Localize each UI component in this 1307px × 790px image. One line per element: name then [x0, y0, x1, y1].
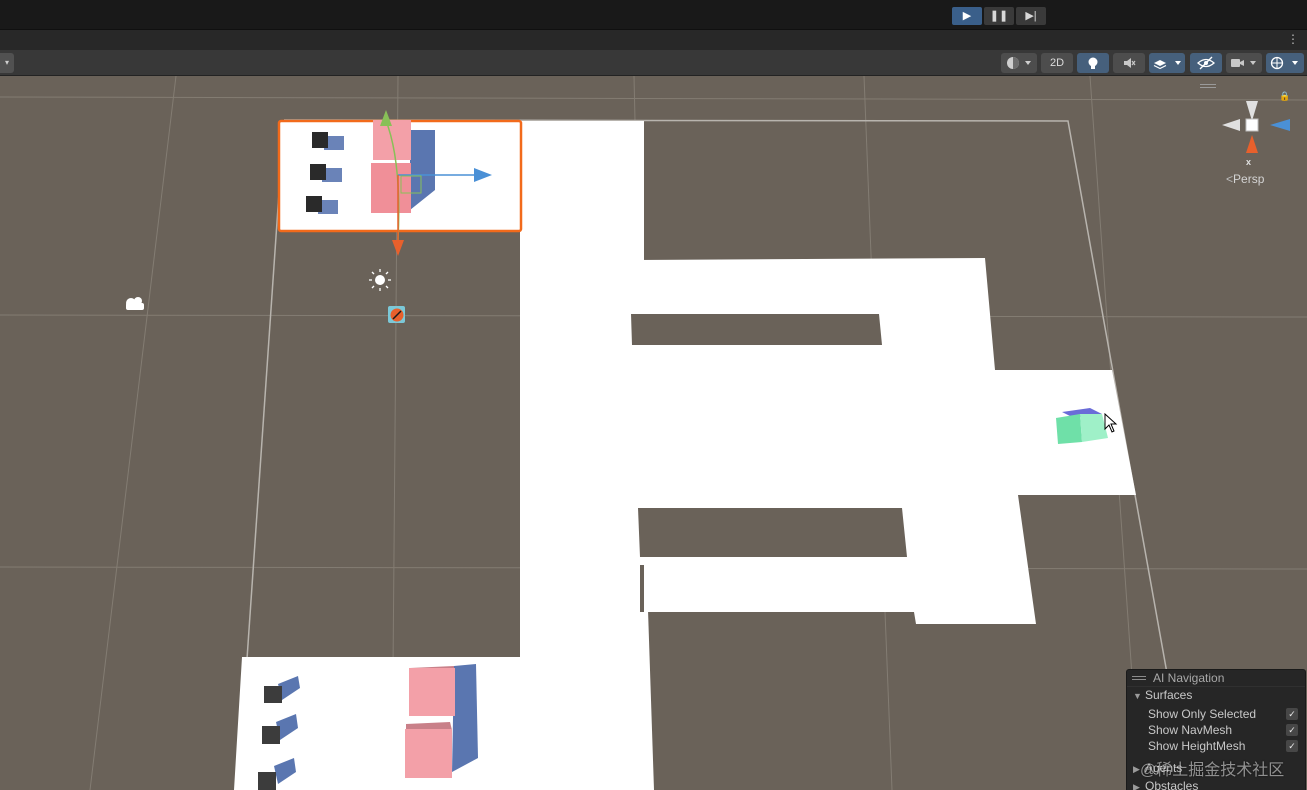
- persp-arrow: <: [1226, 172, 1234, 186]
- show-heightmesh-option: Show HeightMesh: [1148, 738, 1245, 754]
- play-mode-bar: ▶ ❚❚ ▶|: [0, 0, 1307, 30]
- effects-layers-icon: [1153, 60, 1181, 70]
- show-only-selected-checkbox[interactable]: ✓: [1286, 708, 1298, 720]
- play-button[interactable]: ▶: [952, 7, 982, 25]
- option-label: Show NavMesh: [1148, 723, 1233, 737]
- step-button[interactable]: ▶|: [1016, 7, 1046, 25]
- show-only-selected-option: Show Only Selected: [1148, 706, 1256, 722]
- show-navmesh-checkbox[interactable]: ✓: [1286, 724, 1298, 736]
- unity-scene-window: ▶ ❚❚ ▶| ⋮ ▾ 2D 🔒 x <Persp AI Navigation …: [0, 0, 1307, 790]
- persp-label: Persp: [1233, 172, 1265, 186]
- watermark-text: @稀土掘金技术社区: [1140, 762, 1285, 779]
- gizmos-globe-icon: [1270, 56, 1298, 70]
- audio-muted-icon: [1124, 58, 1136, 68]
- pause-button[interactable]: ❚❚: [984, 7, 1014, 25]
- gizmo-axis-label: x: [1246, 157, 1252, 167]
- gizmos-dropdown[interactable]: [1266, 53, 1304, 73]
- ai-navigation-header[interactable]: AI Navigation: [1127, 670, 1305, 687]
- camera-gizmo-icon[interactable]: [126, 297, 144, 310]
- lightbulb-icon: [1088, 57, 1098, 69]
- camera-settings-dropdown[interactable]: [1226, 53, 1262, 73]
- pause-icon: ❚❚: [989, 10, 1009, 22]
- play-icon: ▶: [962, 10, 972, 22]
- scene-visibility-toggle[interactable]: [1190, 53, 1222, 73]
- 2d-toggle-button[interactable]: 2D: [1041, 53, 1073, 73]
- tool-handle-dropdown[interactable]: ▾: [0, 53, 14, 73]
- scene-tab-strip: ⋮: [0, 30, 1307, 50]
- navmesh-agent-icon[interactable]: [388, 306, 405, 323]
- projection-toggle[interactable]: <Persp: [1226, 172, 1264, 186]
- drag-handle-icon: [1132, 676, 1146, 680]
- 2d-label: 2D: [1049, 57, 1065, 69]
- more-options-icon[interactable]: ⋮: [1287, 32, 1299, 46]
- gizmo-drag-handle[interactable]: [1200, 84, 1216, 88]
- show-navmesh-option: Show NavMesh: [1148, 722, 1232, 738]
- camera-icon: [1231, 59, 1256, 67]
- draw-mode-dropdown[interactable]: [1001, 53, 1037, 73]
- lighting-toggle-button[interactable]: [1077, 53, 1109, 73]
- ai-navigation-title: AI Navigation: [1153, 671, 1225, 685]
- show-heightmesh-checkbox[interactable]: ✓: [1286, 740, 1298, 752]
- mouse-cursor-icon: [1104, 413, 1118, 433]
- effects-dropdown[interactable]: [1149, 53, 1185, 73]
- scene-toolbar: ▾ 2D: [0, 50, 1307, 76]
- shading-sphere-icon: [1007, 57, 1031, 69]
- scene-canvas[interactable]: [0, 76, 1307, 790]
- option-label: Show Only Selected: [1148, 707, 1257, 721]
- option-label: Show HeightMesh: [1148, 739, 1246, 753]
- orientation-gizmo[interactable]: [1212, 95, 1292, 175]
- scene-viewport[interactable]: [0, 76, 1307, 790]
- surfaces-foldout[interactable]: ▼ Surfaces: [1133, 687, 1192, 703]
- expanded-triangle-icon: ▼: [1133, 691, 1142, 701]
- audio-toggle-button[interactable]: [1113, 53, 1145, 73]
- surfaces-label: Surfaces: [1145, 688, 1193, 702]
- hidden-eye-icon: [1197, 56, 1215, 70]
- step-icon: ▶|: [1025, 10, 1037, 22]
